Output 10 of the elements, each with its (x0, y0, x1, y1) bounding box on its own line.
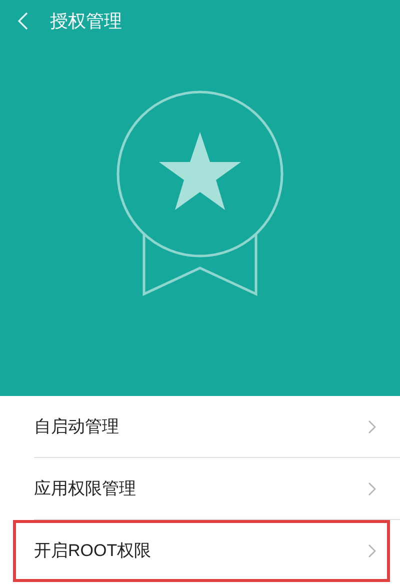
settings-item[interactable]: 开启ROOT权限 (13, 520, 390, 582)
chevron-icon (368, 544, 376, 558)
medal-icon (115, 88, 285, 298)
chevron-icon (368, 482, 376, 496)
back-icon (18, 12, 28, 30)
settings-item[interactable]: 自启动管理 (34, 396, 400, 457)
settings-item[interactable]: 应用权限管理 (34, 458, 400, 519)
page-title: 授权管理 (50, 10, 122, 32)
back-button[interactable] (18, 11, 30, 31)
chevron-icon (368, 420, 376, 434)
